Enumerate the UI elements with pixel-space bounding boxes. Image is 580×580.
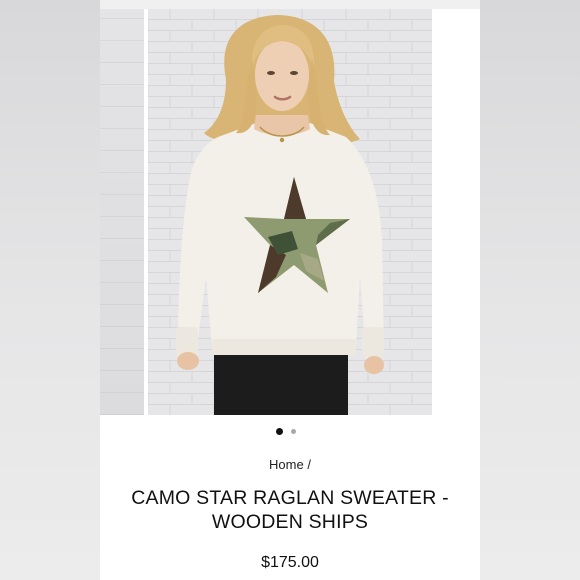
product-title: CAMO STAR RAGLAN SWEATER - WOODEN SHIPS <box>100 486 480 534</box>
breadcrumb-separator: / <box>307 457 311 472</box>
product-title-line-1: CAMO STAR RAGLAN SWEATER - <box>131 487 449 509</box>
previous-image-peek[interactable] <box>100 9 144 415</box>
pagination-dot-1[interactable] <box>276 428 283 435</box>
breadcrumb-home-link[interactable]: Home <box>269 457 304 472</box>
header-strip <box>100 0 480 9</box>
backdrop-right <box>480 0 580 580</box>
gallery-pagination <box>276 428 296 435</box>
product-image-gallery[interactable] <box>148 9 432 415</box>
product-price: $175.00 <box>261 554 319 571</box>
product-title-line-2: WOODEN SHIPS <box>211 511 369 533</box>
pagination-dot-2[interactable] <box>291 429 296 434</box>
product-card: Home / CAMO STAR RAGLAN SWEATER - WOODEN… <box>100 0 480 580</box>
product-photo <box>148 9 432 415</box>
backdrop-left <box>0 0 100 580</box>
breadcrumb: Home / <box>100 457 480 472</box>
pants <box>214 345 348 415</box>
